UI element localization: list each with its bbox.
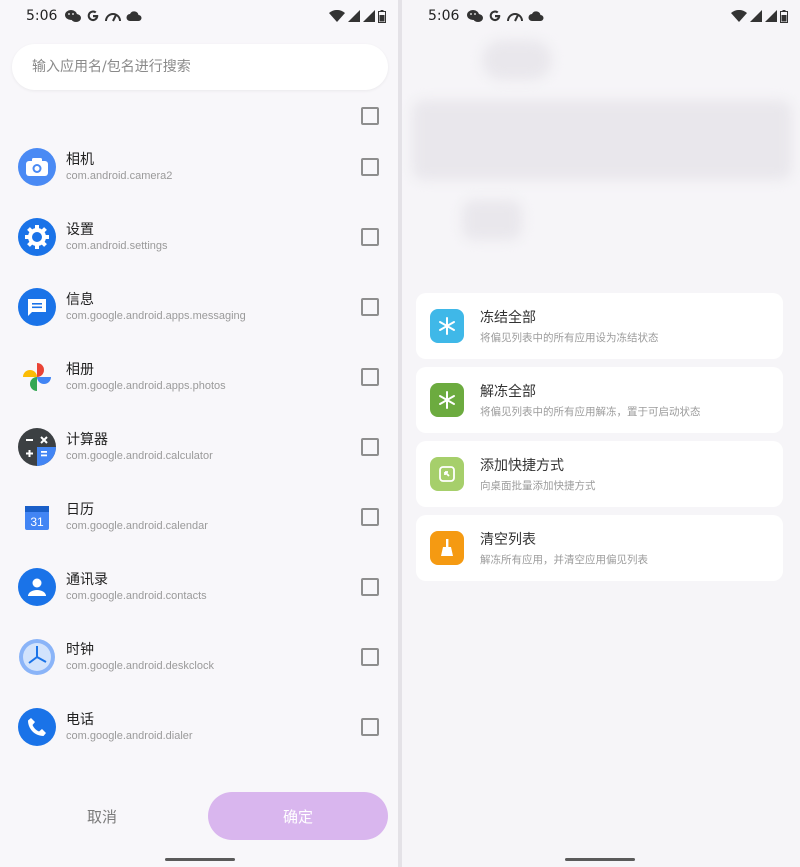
speedometer-icon [507, 13, 524, 22]
signal-icon-2 [765, 10, 777, 22]
blurred-background [462, 200, 522, 240]
list-item[interactable]: 设置 com.android.settings [0, 204, 398, 274]
gesture-nav-bar[interactable] [565, 858, 635, 861]
app-package: com.android.settings [66, 240, 168, 252]
snowflake-icon [430, 309, 464, 343]
message-icon [18, 288, 56, 326]
select-all-checkbox[interactable] [361, 107, 379, 125]
cancel-button[interactable]: 取消 [56, 792, 148, 840]
wechat-icon [65, 10, 82, 22]
phone-icon [18, 708, 56, 746]
broom-icon [430, 531, 464, 565]
status-time: 5:06 [26, 8, 58, 24]
app-checkbox[interactable] [361, 648, 379, 666]
list-item[interactable]: 电话 com.google.android.dialer [0, 694, 398, 764]
list-item[interactable]: 相机 com.android.camera2 [0, 134, 398, 204]
app-checkbox[interactable] [361, 298, 379, 316]
pinwheel-icon [18, 358, 56, 396]
signal-icon-2 [363, 10, 375, 22]
camera-icon [18, 148, 56, 186]
action-description: 将偏见列表中的所有应用解冻，置于可启动状态 [480, 406, 701, 418]
app-package: com.android.camera2 [66, 170, 173, 182]
list-item[interactable]: 通讯录 com.google.android.contacts [0, 554, 398, 624]
list-item[interactable]: 相册 com.google.android.apps.photos [0, 344, 398, 414]
app-checkbox[interactable] [361, 578, 379, 596]
action-card[interactable]: 冻结全部将偏见列表中的所有应用设为冻结状态 [416, 293, 783, 359]
wifi-icon [731, 10, 747, 22]
google-icon [88, 10, 99, 22]
app-checkbox[interactable] [361, 368, 379, 386]
search-input[interactable] [12, 44, 388, 90]
cloud-icon [126, 11, 142, 21]
dialog-footer: 取消 确定 [0, 767, 398, 867]
status-bar: 5:06 [0, 0, 398, 32]
cloud-icon [528, 11, 544, 21]
clock-icon [18, 638, 56, 676]
app-name: 日历 [66, 502, 94, 518]
action-title: 添加快捷方式 [480, 458, 564, 474]
app-name: 计算器 [66, 432, 108, 448]
wifi-icon [329, 10, 345, 22]
calendar-day: 31 [30, 515, 44, 529]
google-icon [490, 10, 501, 22]
action-description: 向桌面批量添加快捷方式 [480, 480, 596, 492]
blurred-background [412, 100, 792, 180]
list-item[interactable]: 31 日历 com.google.android.calendar [0, 484, 398, 554]
app-package: com.google.android.calendar [66, 520, 208, 532]
confirm-button[interactable]: 确定 [208, 792, 388, 840]
status-time: 5:06 [428, 8, 460, 24]
speedometer-icon [105, 13, 122, 22]
signal-icon [348, 10, 360, 22]
action-card[interactable]: 清空列表解冻所有应用，并清空应用偏见列表 [416, 515, 783, 581]
battery-icon [378, 9, 386, 23]
app-name: 电话 [66, 712, 94, 728]
app-name: 时钟 [66, 642, 94, 658]
app-picker-screen: 5:06 相机 com.android.camera2 设置 com.android.… [0, 0, 398, 867]
signal-icon [750, 10, 762, 22]
app-name: 相册 [66, 362, 94, 378]
gesture-nav-bar[interactable] [165, 858, 235, 861]
batch-actions-screen: 5:06 冻结全部 将偏见列表中的所有应用设为冻结状态 解冻全部 将偏见列表中的所有应… [402, 0, 800, 867]
list-item[interactable]: 计算器 com.google.android.calculator [0, 414, 398, 484]
battery-icon [780, 9, 788, 23]
list-item[interactable]: 时钟 com.google.android.deskclock [0, 624, 398, 694]
app-checkbox[interactable] [361, 718, 379, 736]
app-checkbox[interactable] [361, 228, 379, 246]
search-field[interactable] [12, 44, 388, 90]
status-bar: 5:06 [402, 0, 800, 32]
app-package: com.google.android.apps.messaging [66, 310, 246, 322]
app-name: 相机 [66, 152, 94, 168]
app-name: 信息 [66, 292, 94, 308]
person-icon [18, 568, 56, 606]
calendar-icon: 31 [18, 498, 56, 536]
action-card[interactable]: 添加快捷方式向桌面批量添加快捷方式 [416, 441, 783, 507]
app-checkbox[interactable] [361, 158, 379, 176]
app-package: com.google.android.contacts [66, 590, 207, 602]
action-description: 将偏见列表中的所有应用设为冻结状态 [480, 332, 659, 344]
app-checkbox[interactable] [361, 508, 379, 526]
calculator-icon [18, 428, 56, 466]
gear-icon [18, 218, 56, 256]
wechat-icon [467, 10, 484, 22]
action-title: 解冻全部 [480, 384, 536, 400]
app-checkbox[interactable] [361, 438, 379, 456]
app-package: com.google.android.dialer [66, 730, 193, 742]
snowflake-icon [430, 383, 464, 417]
app-package: com.google.android.calculator [66, 450, 213, 462]
blurred-background [482, 40, 552, 80]
app-package: com.google.android.apps.photos [66, 380, 226, 392]
app-name: 设置 [66, 222, 94, 238]
list-item[interactable]: 信息 com.google.android.apps.messaging [0, 274, 398, 344]
shortcut-icon [430, 457, 464, 491]
action-description: 解冻所有应用，并清空应用偏见列表 [480, 554, 648, 566]
app-name: 通讯录 [66, 572, 108, 588]
action-card[interactable]: 解冻全部将偏见列表中的所有应用解冻，置于可启动状态 [416, 367, 783, 433]
action-title: 清空列表 [480, 532, 536, 548]
action-title: 冻结全部 [480, 310, 536, 326]
app-package: com.google.android.deskclock [66, 660, 214, 672]
